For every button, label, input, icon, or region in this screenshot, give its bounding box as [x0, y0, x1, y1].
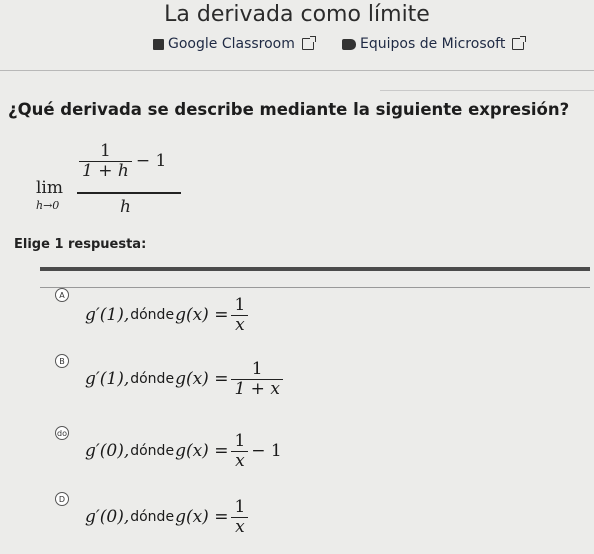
option-a-numerator: 1	[234, 295, 246, 315]
option-d-denominator: x	[235, 517, 245, 538]
outer-numerator: 1 1 + h − 1	[79, 142, 166, 181]
header-divider	[0, 70, 594, 71]
header-divider-secondary	[380, 90, 594, 91]
option-d-derivative: g′(0),	[85, 507, 130, 528]
google-classroom-share-link[interactable]: Google Classroom	[153, 36, 316, 52]
option-d-expression: g′(0), dónde g(x) = 1 x	[85, 498, 251, 537]
option-a-derivative: g′(1),	[85, 305, 130, 326]
option-b-derivative: g′(1),	[85, 369, 130, 390]
inner-denominator: 1 + h	[82, 161, 129, 182]
answer-option-b[interactable]: B g′(1), dónde g(x) = 1 1 + x	[55, 354, 575, 414]
inner-numerator: 1	[100, 141, 111, 161]
minus-one: − 1	[135, 151, 167, 172]
question-text: ¿Qué derivada se describe mediante la si…	[8, 100, 570, 119]
choice-badge-a: A	[55, 288, 69, 302]
outer-denominator: h	[120, 197, 131, 217]
option-c-donde: dónde	[130, 443, 175, 460]
limit-subscript: h→0	[36, 199, 60, 212]
google-classroom-icon	[153, 38, 164, 50]
answer-option-a[interactable]: A g′(1), dónde g(x) = 1 x	[55, 288, 575, 348]
option-c-function: g(x) =	[175, 441, 229, 462]
option-c-expression: g′(0), dónde g(x) = 1 x − 1	[85, 432, 282, 471]
limit-word: lim	[36, 178, 63, 198]
google-classroom-label: Google Classroom	[168, 36, 295, 52]
option-a-denominator: x	[235, 315, 245, 336]
answer-option-c[interactable]: do g′(0), dónde g(x) = 1 x − 1	[55, 426, 575, 486]
choice-badge-c: do	[55, 426, 69, 440]
microsoft-teams-label: Equipos de Microsoft	[360, 36, 506, 52]
option-d-numerator: 1	[234, 497, 246, 517]
option-c-numerator: 1	[234, 431, 246, 451]
instructions: Elige 1 respuesta:	[14, 237, 147, 252]
option-b-numerator: 1	[251, 359, 263, 379]
external-link-icon	[301, 36, 316, 50]
answers-separator	[40, 267, 590, 271]
option-b-function: g(x) =	[175, 369, 229, 390]
option-a-donde: dónde	[130, 307, 175, 324]
option-b-denominator: 1 + x	[234, 379, 280, 400]
option-a-function: g(x) =	[175, 305, 229, 326]
option-c-derivative: g′(0),	[85, 441, 130, 462]
microsoft-teams-icon	[342, 38, 356, 50]
outer-fraction-bar	[77, 192, 181, 194]
option-b-expression: g′(1), dónde g(x) = 1 1 + x	[85, 360, 286, 399]
option-d-function: g(x) =	[175, 507, 229, 528]
option-b-donde: dónde	[130, 371, 175, 388]
option-a-expression: g′(1), dónde g(x) = 1 x	[85, 296, 251, 335]
external-link-icon	[512, 36, 527, 50]
choice-badge-b: B	[55, 354, 69, 368]
microsoft-teams-share-link[interactable]: Equipos de Microsoft	[342, 36, 527, 52]
option-d-donde: dónde	[130, 509, 175, 526]
option-c-tail: − 1	[251, 441, 282, 462]
answer-option-d[interactable]: D g′(0), dónde g(x) = 1 x	[55, 492, 575, 552]
limit-expression: lim h→0 1 1 + h − 1 h	[36, 142, 186, 222]
page-title: La derivada como límite	[164, 2, 430, 27]
choice-badge-d: D	[55, 492, 69, 506]
option-c-denominator: x	[235, 451, 245, 472]
